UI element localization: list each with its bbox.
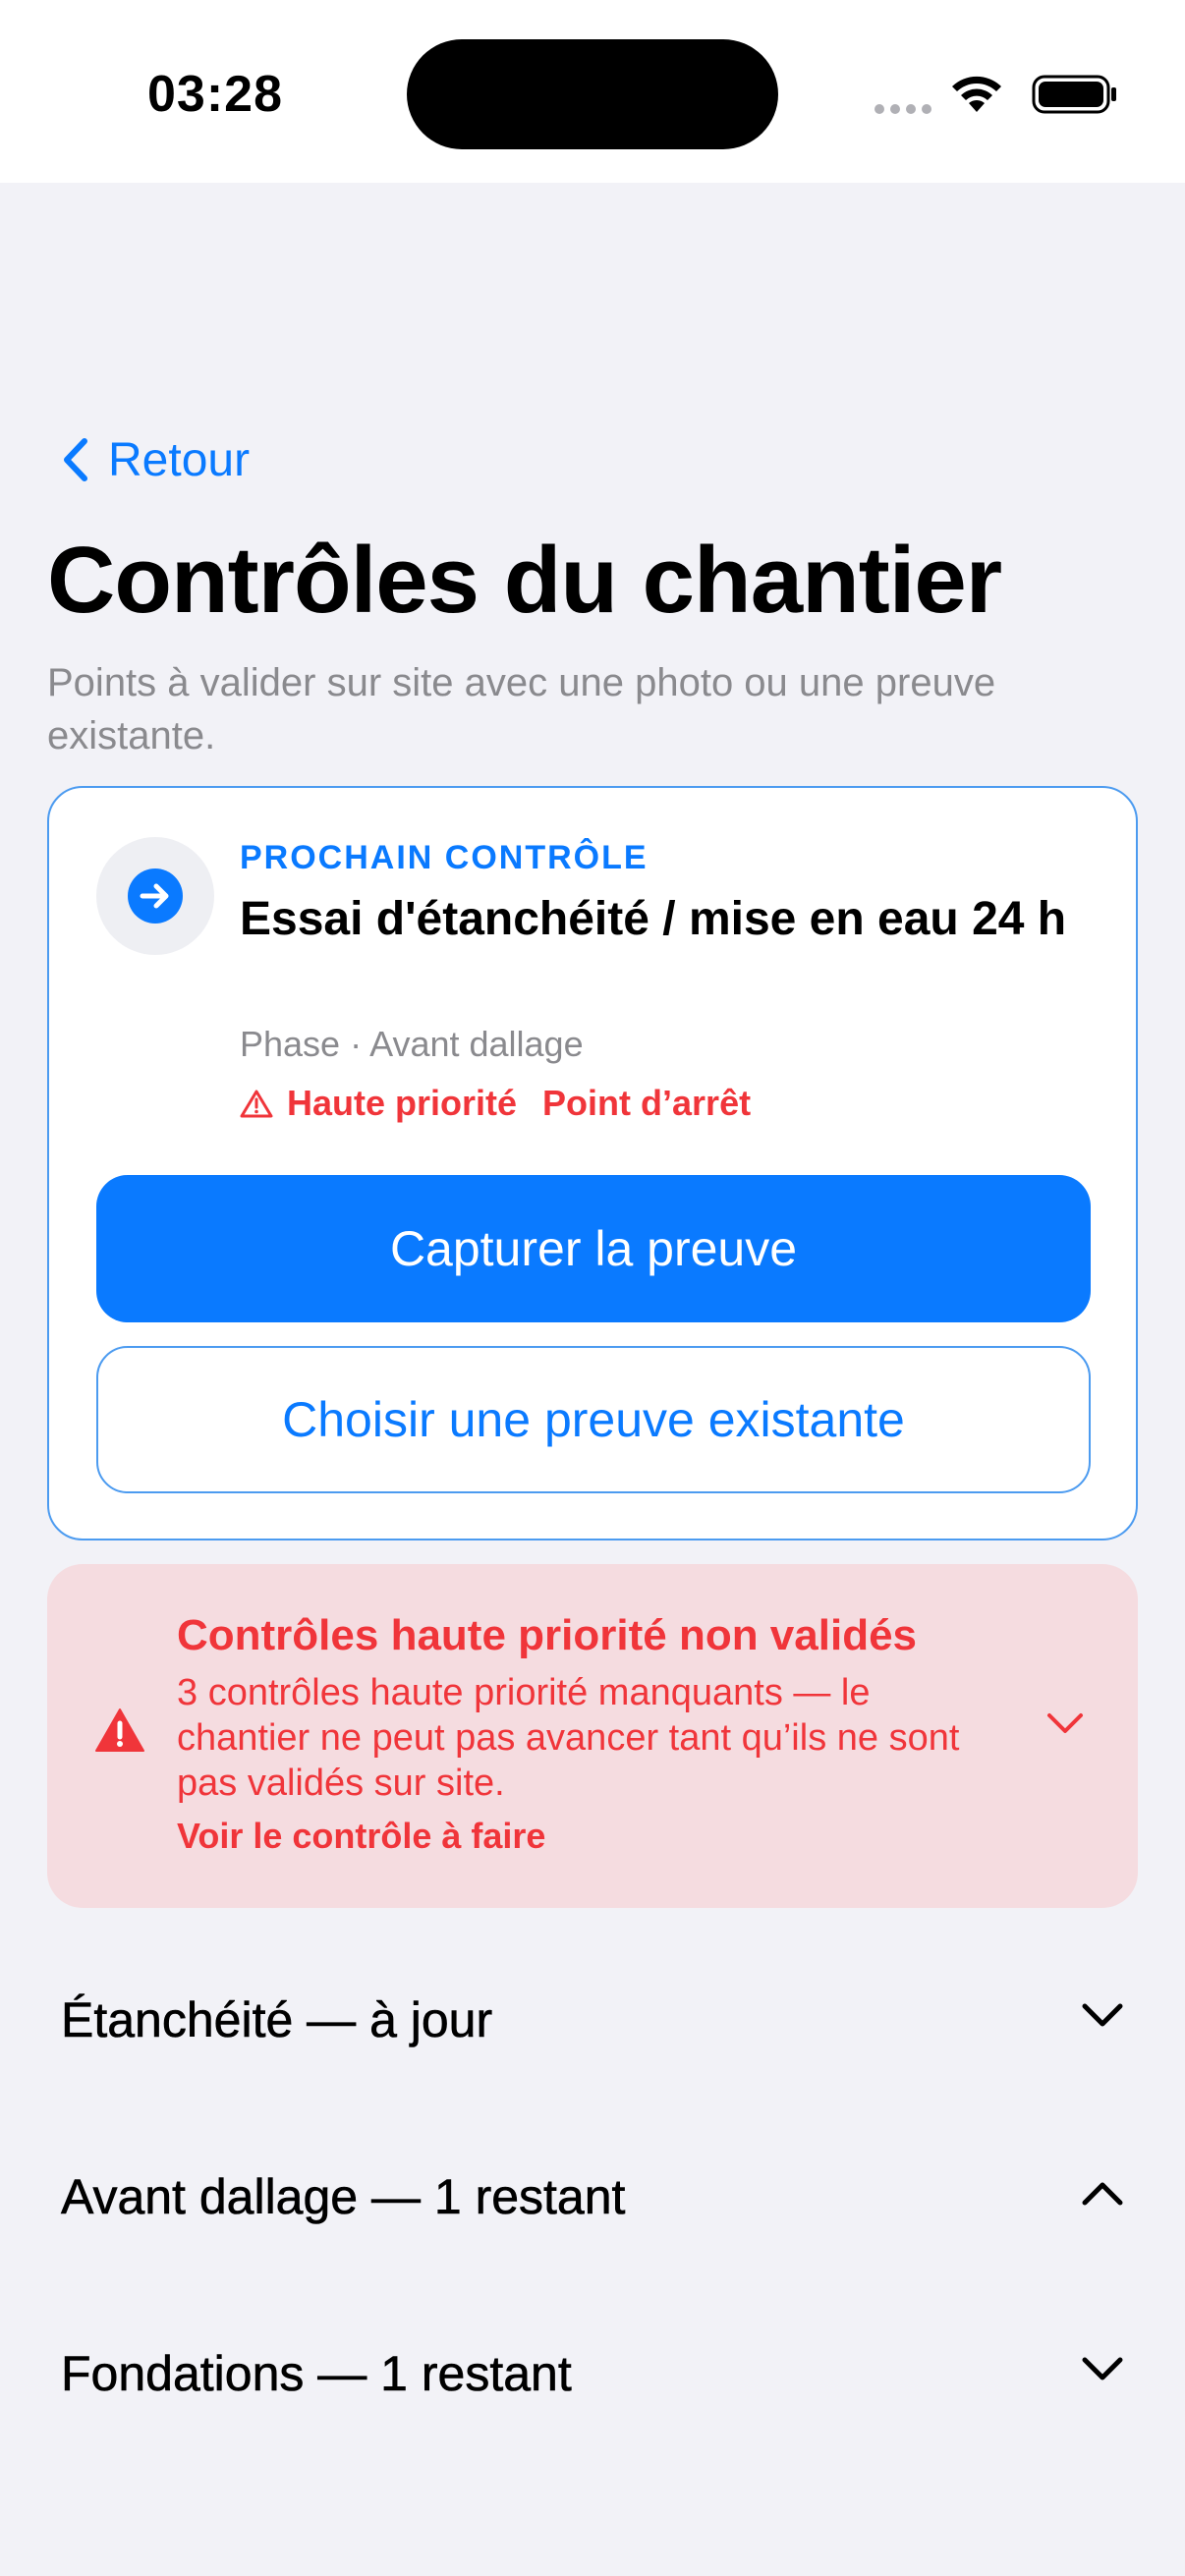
alert-message: 3 contrôles haute priorité manquants — l…: [177, 1672, 960, 1804]
next-control-phase: Phase · Avant dallage: [240, 1024, 584, 1064]
battery-icon: [1032, 75, 1116, 114]
status-bar: 03:28: [0, 0, 1185, 183]
next-control-badges: Haute priorité Point d’arrêt: [240, 1083, 751, 1124]
arrow-right-circle-icon: [128, 868, 183, 924]
priority-badge-label: Haute priorité: [287, 1083, 518, 1123]
back-button[interactable]: Retour: [63, 428, 250, 491]
next-control-icon-badge: [96, 837, 214, 955]
chevron-down-icon[interactable]: [1045, 1711, 1085, 1735]
section-label: Avant dallage — 1 restant: [61, 2169, 626, 2225]
view-control-link[interactable]: Voir le contrôle à faire: [177, 1816, 545, 1857]
section-fondations[interactable]: Fondations — 1 restant: [0, 2315, 1185, 2433]
section-label: Fondations — 1 restant: [61, 2346, 572, 2402]
alert-title: Contrôles haute priorité non validés: [177, 1611, 918, 1659]
next-control-title: Essai d'étanchéité / mise en eau 24 h: [240, 893, 1067, 945]
high-priority-alert[interactable]: Contrôles haute priorité non validés 3 c…: [47, 1564, 1138, 1908]
warning-triangle-outline-icon: [240, 1090, 273, 1118]
status-time: 03:28: [147, 66, 283, 123]
wifi-icon: [952, 76, 1001, 112]
section-label: Étanchéité — à jour: [61, 1992, 493, 2048]
warning-triangle-icon: [95, 1708, 144, 1752]
status-icons: [851, 69, 1185, 118]
next-control-card: PROCHAIN CONTRÔLE Essai d'étanchéité / m…: [47, 786, 1138, 1540]
choose-existing-proof-button[interactable]: Choisir une preuve existante: [96, 1346, 1091, 1493]
chevron-down-icon: [1082, 2357, 1123, 2380]
back-label: Retour: [108, 433, 251, 486]
cellular-signal-icon: [875, 104, 931, 114]
capture-proof-button[interactable]: Capturer la preuve: [96, 1175, 1091, 1322]
chevron-left-icon: [64, 438, 87, 481]
chevron-up-icon: [1082, 2182, 1123, 2206]
page-title: Contrôles du chantier: [47, 528, 1002, 633]
priority-badge: Haute priorité: [240, 1083, 517, 1124]
dynamic-island: [407, 39, 778, 149]
next-control-kicker: PROCHAIN CONTRÔLE: [240, 839, 649, 876]
chevron-down-icon: [1082, 2003, 1123, 2027]
page-subtitle: Points à valider sur site avec une photo…: [47, 661, 996, 757]
section-etancheite[interactable]: Étanchéité — à jour: [0, 1961, 1185, 2079]
section-avant-dallage[interactable]: Avant dallage — 1 restant: [0, 2138, 1185, 2256]
hold-point-badge: Point d’arrêt: [542, 1083, 752, 1123]
